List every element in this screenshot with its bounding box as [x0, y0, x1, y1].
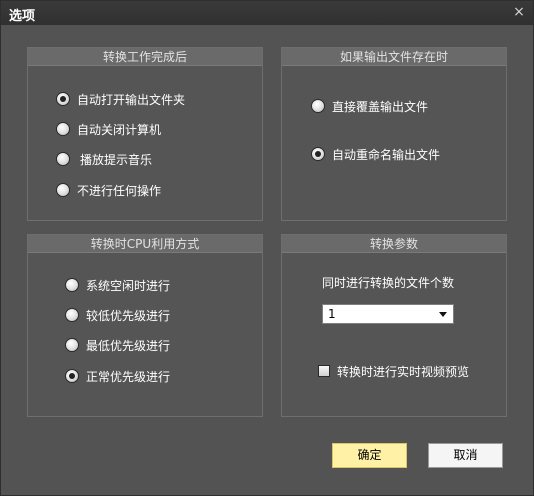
checkbox-icon[interactable] — [318, 365, 330, 377]
concurrent-files-label: 同时进行转换的文件个数 — [322, 276, 455, 290]
radio-label: 系统空闲时进行 — [86, 278, 171, 293]
dialog-title: 选项 — [9, 9, 36, 24]
radio-shutdown-computer[interactable]: 自动关闭计算机 — [56, 120, 161, 138]
radio-button-icon[interactable] — [56, 183, 70, 197]
radio-button-icon[interactable] — [311, 99, 325, 113]
concurrent-files-value: 1 — [328, 307, 336, 321]
group-after-complete-header: 转换工作完成后 — [28, 48, 262, 66]
options-dialog: 选项 × 转换工作完成后 自动打开输出文件夹 自动关闭计算机 播放提示音乐 不进… — [0, 0, 534, 496]
group-file-exists: 如果输出文件存在时 — [281, 47, 507, 221]
radio-button-icon[interactable] — [65, 369, 79, 383]
group-cpu-usage-header: 转换时CPU利用方式 — [28, 235, 262, 253]
group-conversion-params: 转换参数 — [281, 234, 507, 417]
title-bar[interactable]: 选项 × — [1, 1, 533, 25]
group-cpu-usage: 转换时CPU利用方式 — [27, 234, 263, 417]
dropdown-arrow-icon[interactable] — [439, 312, 447, 317]
radio-label: 正常优先级进行 — [86, 369, 171, 384]
radio-cpu-normal[interactable]: 正常优先级进行 — [65, 367, 170, 385]
close-icon[interactable]: × — [511, 4, 527, 20]
radio-button-icon[interactable] — [311, 147, 325, 161]
radio-auto-rename-output[interactable]: 自动重命名输出文件 — [311, 145, 440, 163]
concurrent-files-select[interactable]: 1 — [322, 304, 454, 324]
radio-open-output-folder[interactable]: 自动打开输出文件夹 — [56, 90, 185, 108]
radio-button-icon[interactable] — [65, 278, 79, 292]
radio-cpu-lowest[interactable]: 最低优先级进行 — [65, 336, 170, 354]
radio-button-icon[interactable] — [65, 338, 79, 352]
ok-button[interactable]: 确定 — [332, 443, 407, 468]
radio-label: 自动打开输出文件夹 — [77, 92, 186, 107]
group-file-exists-header: 如果输出文件存在时 — [282, 48, 506, 66]
realtime-preview-label: 转换时进行实时视频预览 — [337, 364, 470, 379]
radio-label: 不进行任何操作 — [77, 183, 162, 198]
radio-overwrite-output[interactable]: 直接覆盖输出文件 — [311, 97, 428, 115]
radio-button-icon[interactable] — [65, 308, 79, 322]
radio-cpu-idle[interactable]: 系统空闲时进行 — [65, 276, 170, 294]
group-conversion-params-header: 转换参数 — [282, 235, 506, 253]
cancel-button[interactable]: 取消 — [428, 443, 503, 468]
radio-label: 自动重命名输出文件 — [332, 147, 441, 162]
radio-play-sound[interactable]: 播放提示音乐 — [56, 150, 152, 168]
radio-button-icon[interactable] — [56, 92, 70, 106]
radio-label: 较低优先级进行 — [86, 308, 171, 323]
radio-cpu-low[interactable]: 较低优先级进行 — [65, 306, 170, 324]
radio-label: 播放提示音乐 — [80, 152, 153, 167]
radio-label: 最低优先级进行 — [86, 338, 171, 353]
radio-do-nothing[interactable]: 不进行任何操作 — [56, 181, 161, 199]
radio-label: 直接覆盖输出文件 — [332, 99, 429, 114]
radio-button-icon[interactable] — [56, 122, 70, 136]
radio-button-icon[interactable] — [56, 152, 70, 166]
radio-label: 自动关闭计算机 — [77, 122, 162, 137]
realtime-preview-checkbox-row[interactable]: 转换时进行实时视频预览 — [318, 362, 469, 380]
